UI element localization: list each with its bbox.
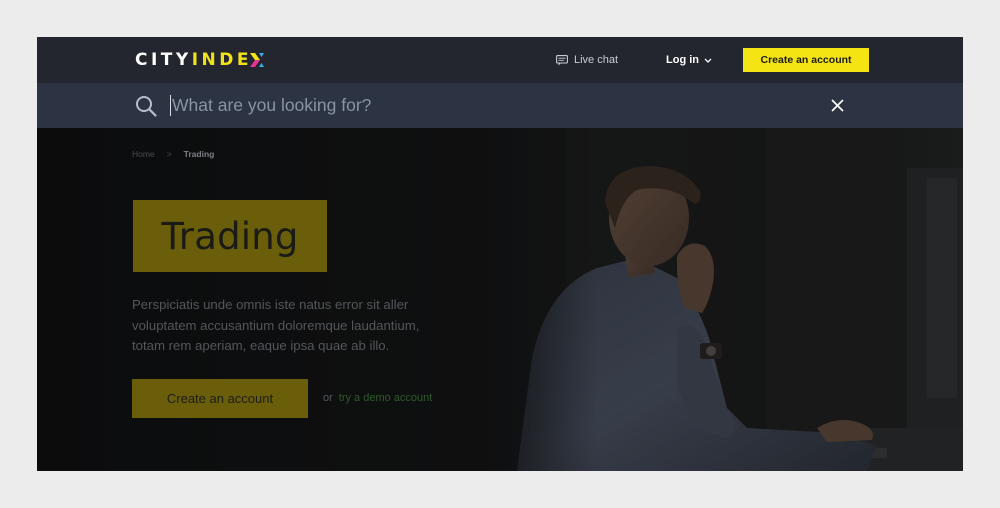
live-chat-label: Live chat (574, 54, 619, 66)
logo-x-mark-icon (250, 53, 264, 67)
text-cursor (170, 95, 171, 116)
breadcrumb-separator: > (166, 149, 172, 159)
search-icon[interactable] (135, 95, 157, 117)
create-account-button-hero[interactable]: Create an account (132, 379, 308, 418)
search-bar (37, 83, 963, 128)
top-navigation: CITYINDE Live chat Log in Create an acco (37, 37, 963, 83)
hero-description: Perspiciatis unde omnis iste natus error… (132, 297, 420, 353)
live-chat-link[interactable]: Live chat (556, 52, 618, 68)
cityindex-logo[interactable]: CITYINDE (135, 50, 264, 70)
breadcrumb-home-link[interactable]: Home (132, 149, 155, 159)
close-icon[interactable] (830, 98, 845, 113)
page-title: Trading (161, 214, 299, 258)
breadcrumb: Home > Trading (132, 149, 214, 159)
demo-account-prompt: or try a demo account (323, 392, 432, 404)
search-input[interactable] (172, 92, 732, 119)
page-title-box: Trading (133, 200, 327, 272)
chat-bubble-icon (556, 54, 568, 65)
create-account-button-header[interactable]: Create an account (743, 48, 869, 72)
hero-section: Home > Trading Trading Perspiciatis unde… (37, 128, 963, 471)
or-label: or (323, 392, 333, 404)
demo-account-link[interactable]: try a demo account (339, 392, 433, 404)
login-label: Log in (666, 54, 699, 66)
chevron-down-icon (704, 58, 712, 63)
logo-text-index: INDE (191, 50, 252, 70)
login-dropdown[interactable]: Log in (666, 52, 712, 68)
breadcrumb-current: Trading (183, 149, 215, 159)
logo-text-city: CITY (135, 50, 192, 70)
browser-viewport: CITYINDE Live chat Log in Create an acco (37, 37, 963, 471)
